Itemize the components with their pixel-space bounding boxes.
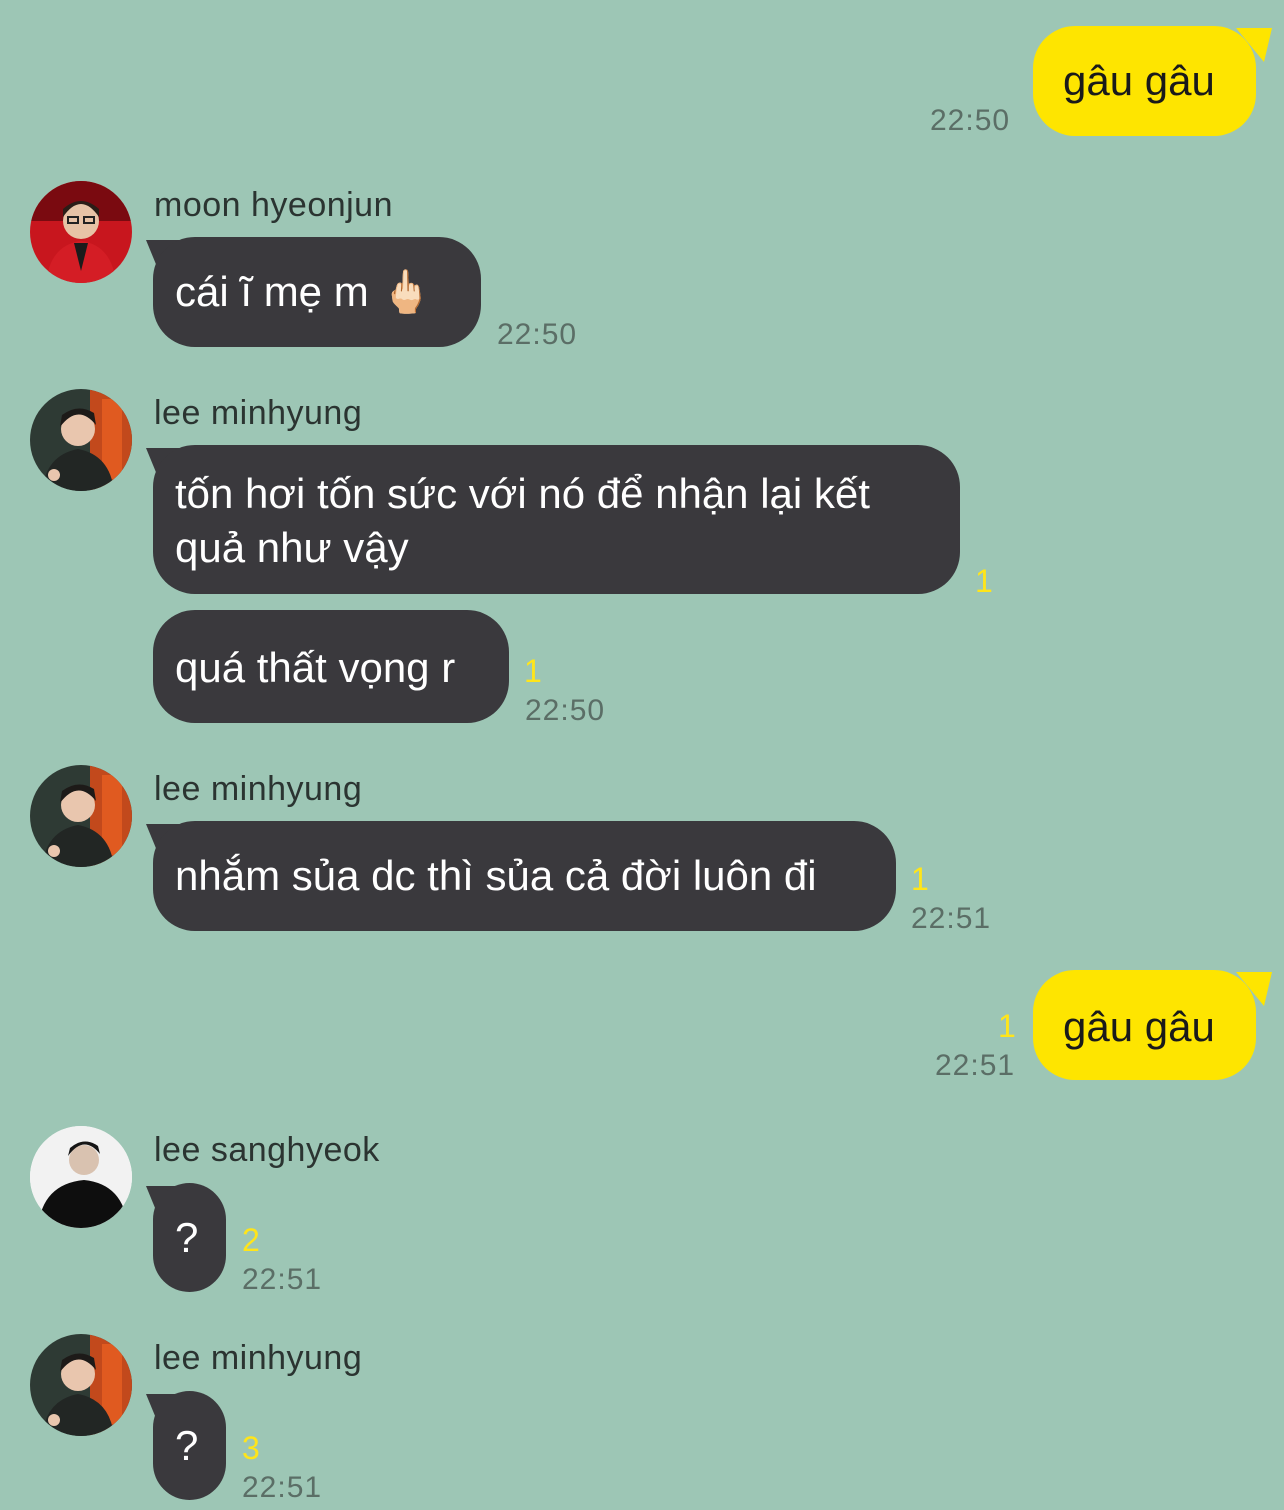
avatar-lee-minhyung[interactable]	[30, 765, 132, 867]
sender-name: lee minhyung	[154, 394, 363, 432]
message-bubble-self[interactable]: gâu gâu	[1033, 970, 1256, 1080]
bubble-tail-self	[1236, 972, 1272, 1006]
message-time: 22:51	[935, 1049, 1016, 1082]
avatar-lee-minhyung[interactable]	[30, 1334, 132, 1436]
message-time: 22:50	[930, 104, 1011, 137]
sender-name: lee minhyung	[154, 770, 363, 808]
avatar-lee-minhyung[interactable]	[30, 389, 132, 491]
message-bubble[interactable]: quá thất vọng r	[153, 610, 509, 723]
unread-count: 3	[242, 1430, 260, 1466]
bubble-tail-self	[1236, 28, 1272, 62]
message-bubble-self[interactable]: gâu gâu	[1033, 26, 1256, 136]
unread-count: 2	[242, 1222, 260, 1258]
unread-count: 1	[998, 1008, 1016, 1044]
message-bubble[interactable]: cái ĩ mẹ m 🖕🏻	[153, 237, 481, 347]
unread-count: 1	[524, 653, 542, 689]
message-time: 22:50	[497, 318, 578, 351]
message-bubble[interactable]: tốn hơi tốn sức với nó để nhận lại kết q…	[153, 445, 960, 594]
unread-count: 1	[911, 861, 929, 897]
avatar-moon-hyeonjun[interactable]	[30, 181, 132, 283]
message-time: 22:50	[525, 694, 606, 727]
sender-name: lee minhyung	[154, 1339, 363, 1377]
sender-name: lee sanghyeok	[154, 1131, 380, 1169]
message-time: 22:51	[242, 1263, 323, 1296]
sender-name: moon hyeonjun	[154, 186, 394, 224]
message-bubble[interactable]: ?	[153, 1183, 226, 1292]
avatar-lee-sanghyeok[interactable]	[30, 1126, 132, 1228]
unread-count: 1	[975, 563, 993, 599]
message-time: 22:51	[911, 902, 992, 935]
message-bubble[interactable]: ?	[153, 1391, 226, 1500]
message-bubble[interactable]: nhắm sủa dc thì sủa cả đời luôn đi	[153, 821, 896, 931]
message-time: 22:51	[242, 1471, 323, 1504]
